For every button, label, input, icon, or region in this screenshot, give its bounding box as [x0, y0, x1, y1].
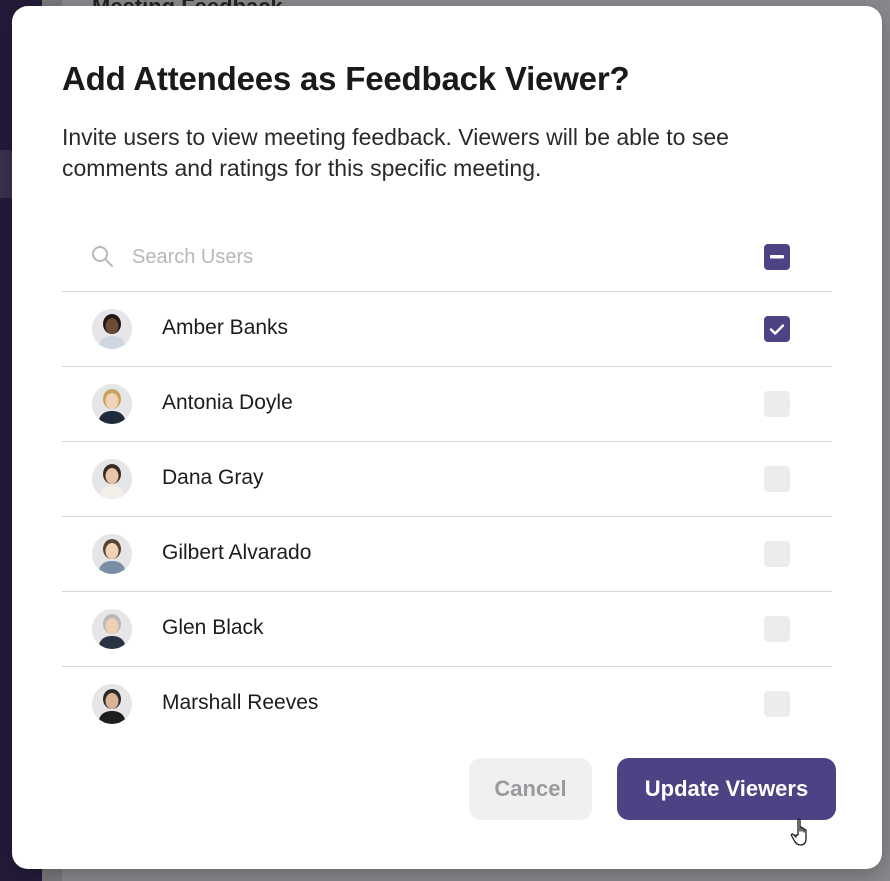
user-checkbox[interactable] [764, 616, 790, 642]
checkmark-icon [769, 323, 785, 335]
user-row[interactable]: Dana Gray [62, 442, 832, 517]
user-avatar [92, 534, 132, 574]
user-name: Dana Gray [162, 466, 264, 489]
user-avatar [92, 459, 132, 499]
user-avatar [92, 384, 132, 424]
user-row[interactable]: Glen Black [62, 592, 832, 667]
user-name: Marshall Reeves [162, 691, 319, 714]
user-checkbox[interactable] [764, 466, 790, 492]
user-checkbox[interactable] [764, 316, 790, 342]
hand-cursor-icon [790, 818, 807, 846]
add-viewers-modal: Add Attendees as Feedback Viewer? Invite… [12, 6, 882, 869]
user-avatar [92, 309, 132, 349]
search-row [62, 220, 832, 292]
search-icon [92, 246, 113, 267]
update-viewers-button[interactable]: Update Viewers [617, 758, 836, 820]
user-row[interactable]: Gilbert Alvarado [62, 517, 832, 592]
user-row[interactable]: Antonia Doyle [62, 367, 832, 442]
user-avatar [92, 609, 132, 649]
user-name: Glen Black [162, 616, 264, 639]
minus-icon [770, 255, 784, 259]
user-list: Amber Banks Antonia Doyle Dana Gray Gilbert… [62, 220, 832, 742]
modal-title: Add Attendees as Feedback Viewer? [62, 60, 630, 97]
cancel-button[interactable]: Cancel [469, 758, 592, 820]
search-input[interactable] [132, 242, 692, 272]
user-checkbox[interactable] [764, 691, 790, 717]
user-avatar [92, 684, 132, 724]
user-row[interactable]: Amber Banks [62, 292, 832, 367]
user-name: Antonia Doyle [162, 391, 293, 414]
user-name: Amber Banks [162, 316, 289, 339]
modal-description: Invite users to view meeting feedback. V… [62, 124, 729, 181]
select-all-checkbox[interactable] [764, 244, 790, 270]
user-checkbox[interactable] [764, 391, 790, 417]
user-row[interactable]: Marshall Reeves [62, 667, 832, 742]
user-name: Gilbert Alvarado [162, 541, 312, 564]
user-checkbox[interactable] [764, 541, 790, 567]
